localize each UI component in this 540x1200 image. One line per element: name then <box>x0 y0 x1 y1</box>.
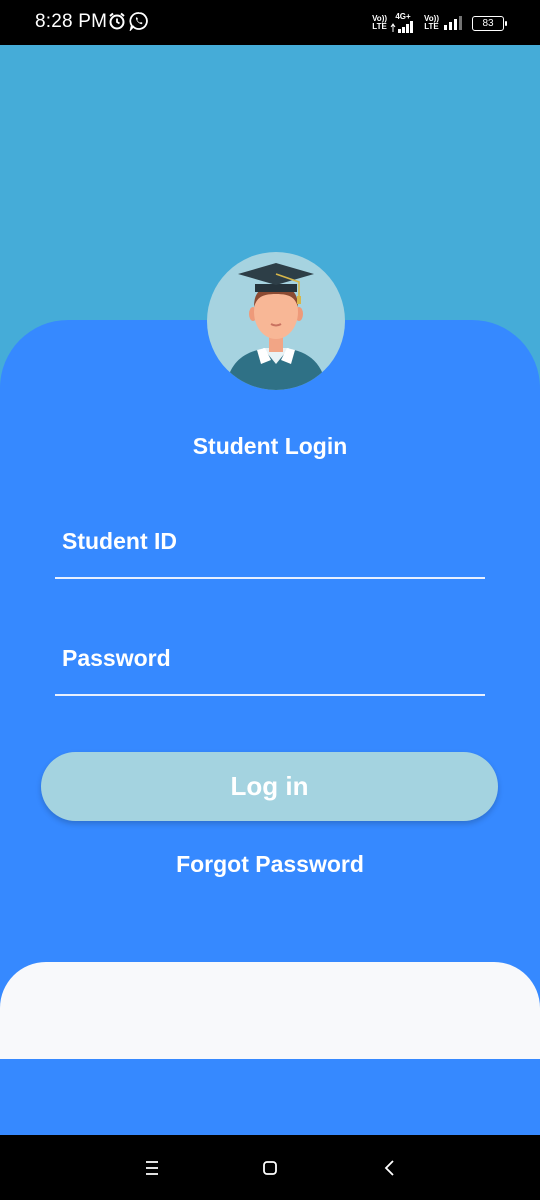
battery-indicator: 83 <box>472 15 507 31</box>
status-time: 8:28 PM <box>35 11 108 32</box>
sim2-label: Vo)) LTE <box>424 15 439 31</box>
status-indicators: Vo)) LTE 4G+ Vo)) LTE 83 <box>372 8 507 38</box>
bottom-panel <box>0 962 540 1059</box>
sim1-lte: LTE <box>372 22 387 31</box>
back-icon[interactable] <box>377 1155 403 1181</box>
navigation-bar <box>0 1135 540 1200</box>
home-icon[interactable] <box>257 1155 283 1181</box>
signal-bars-icon <box>390 21 414 33</box>
graduate-avatar-icon <box>225 263 327 390</box>
status-bar: 8:28 PM Vo)) LTE 4G+ Vo)) LTE 83 <box>0 0 540 45</box>
sim1-network: 4G+ <box>390 13 416 33</box>
menu-icon[interactable] <box>139 1155 165 1181</box>
login-title: Student Login <box>192 433 348 459</box>
sim2-indicator: Vo)) LTE <box>424 15 464 31</box>
sim1-indicator: Vo)) LTE 4G+ <box>372 13 416 33</box>
bottom-fill <box>0 1059 540 1135</box>
sim1-network-type: 4G+ <box>395 12 411 21</box>
sim1-label: Vo)) LTE <box>372 15 387 31</box>
alarm-clock-icon <box>109 12 125 30</box>
forgot-password-link[interactable]: Forgot Password <box>0 851 540 878</box>
password-underline <box>55 694 485 696</box>
student-avatar <box>207 252 345 390</box>
password-input[interactable] <box>55 641 499 681</box>
student-id-underline <box>55 577 485 579</box>
student-id-input[interactable] <box>55 524 499 564</box>
signal-bars-icon <box>444 16 462 30</box>
whatsapp-icon <box>129 12 148 31</box>
login-button[interactable]: Log in <box>41 752 498 821</box>
sim2-lte: LTE <box>424 22 439 31</box>
